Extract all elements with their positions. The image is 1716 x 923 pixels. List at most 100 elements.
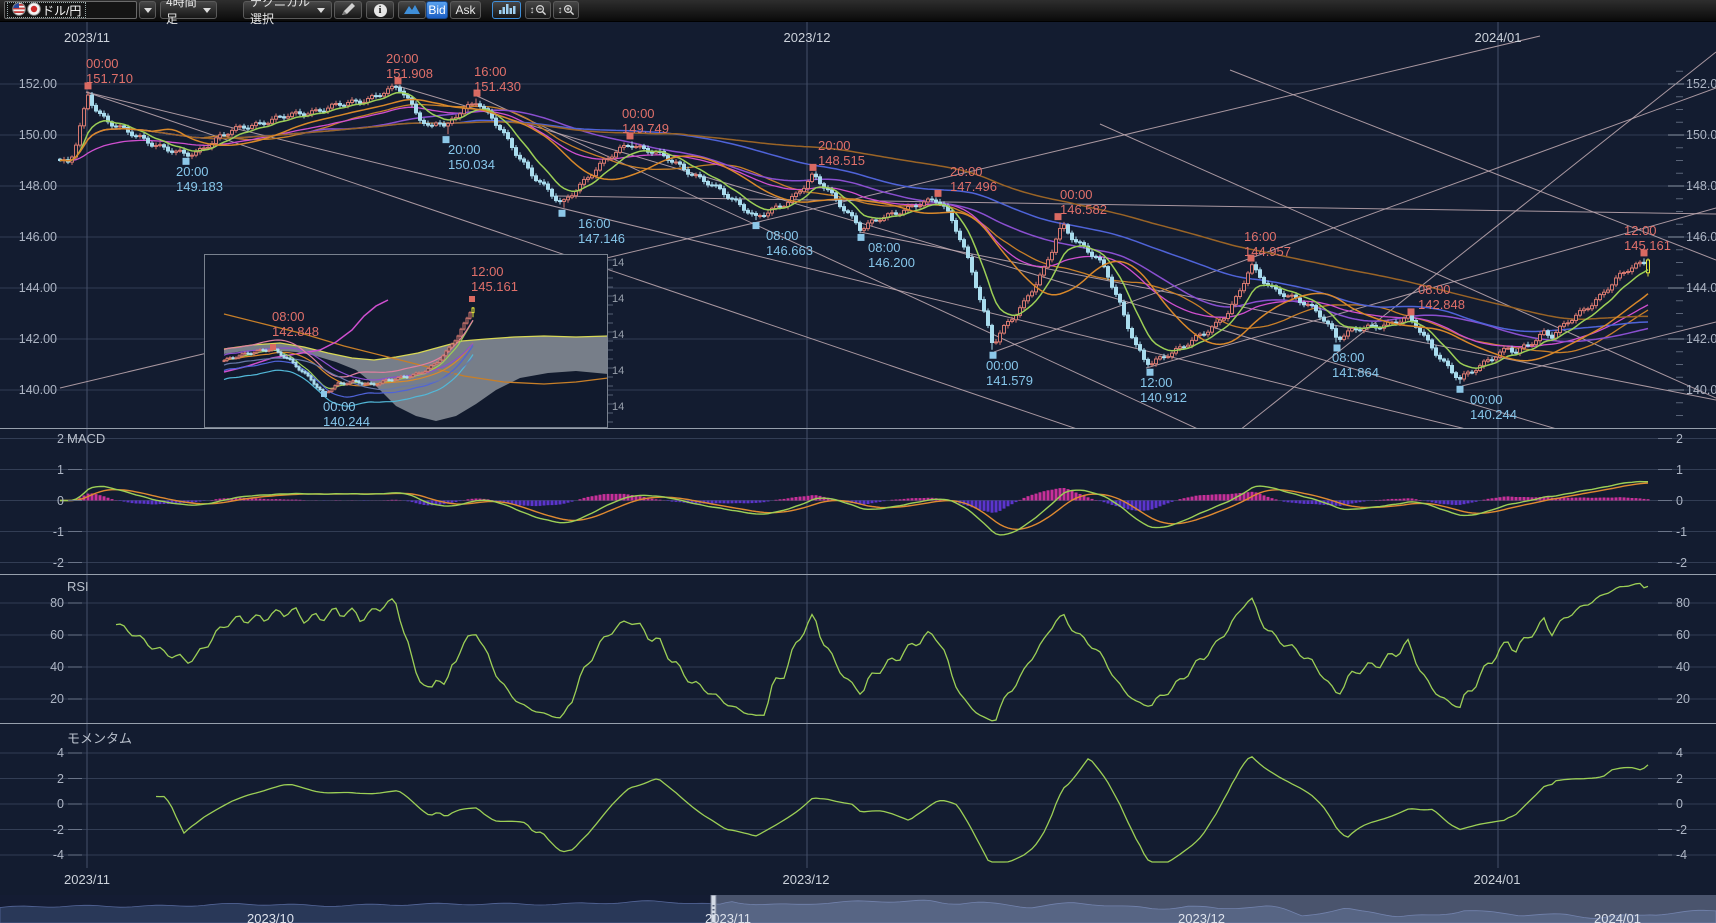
macd-tick-right: 0 xyxy=(1676,494,1706,508)
timeframe-select[interactable]: 4時間足 xyxy=(160,1,217,19)
macd-tick-right: -1 xyxy=(1676,525,1706,539)
price-axis-label-left: 148.00 xyxy=(5,179,57,193)
navigator-month-label: 2023/12 xyxy=(1178,911,1225,923)
momentum-tick-right: 2 xyxy=(1676,772,1706,786)
rsi-tick-left: 80 xyxy=(24,596,64,610)
macd-canvas[interactable] xyxy=(0,429,1716,574)
price-annotation: 20:00147.496 xyxy=(950,164,997,194)
price-annotation: 16:00144.957 xyxy=(1244,229,1291,259)
price-annotation: 16:00151.430 xyxy=(474,64,521,94)
navigator-month-label: 2024/01 xyxy=(1594,911,1641,923)
macd-tick-left: -2 xyxy=(24,556,64,570)
macd-tick-left: 2 xyxy=(24,432,64,446)
rsi-canvas[interactable] xyxy=(0,575,1716,723)
pair-dropdown-button[interactable] xyxy=(139,1,156,19)
macd-tick-right: 1 xyxy=(1676,463,1706,477)
inset-annotation: 12:00145.161 xyxy=(471,264,518,294)
month-label-bottom: 2024/01 xyxy=(1457,872,1537,887)
price-annotation: 00:00146.582 xyxy=(1060,187,1107,217)
macd-tick-left: 0 xyxy=(24,494,64,508)
zoom-in-button[interactable]: ↕ xyxy=(553,1,579,19)
price-annotation: 00:00141.579 xyxy=(986,358,1033,388)
svg-text:14: 14 xyxy=(612,365,624,377)
price-axis-label-left: 144.00 xyxy=(5,281,57,295)
momentum-tick-left: -2 xyxy=(24,823,64,837)
macd-tick-right: -2 xyxy=(1676,556,1706,570)
price-annotation: 20:00150.034 xyxy=(448,142,495,172)
inset-mini-chart[interactable]: 1414141414 xyxy=(204,254,626,428)
area-chart-button[interactable] xyxy=(398,1,426,19)
price-axis-label-right: 142.00 xyxy=(1686,332,1716,346)
info-icon: i xyxy=(374,4,387,17)
chevron-down-icon xyxy=(317,8,325,13)
rsi-tick-right: 20 xyxy=(1676,692,1706,706)
momentum-tick-left: 4 xyxy=(24,746,64,760)
momentum-tick-left: -4 xyxy=(24,848,64,862)
macd-tick-right: 2 xyxy=(1676,432,1706,446)
price-axis-label-left: 146.00 xyxy=(5,230,57,244)
price-axis-label-right: 148.00 xyxy=(1686,179,1716,193)
price-annotation: 08:00141.864 xyxy=(1332,350,1379,380)
rsi-tick-left: 60 xyxy=(24,628,64,642)
svg-text:14: 14 xyxy=(612,257,624,269)
chevron-down-icon xyxy=(144,8,152,13)
chevron-down-icon xyxy=(203,8,211,13)
ask-label: Ask xyxy=(455,3,475,17)
macd-tick-left: 1 xyxy=(24,463,64,477)
price-annotation: 20:00148.515 xyxy=(818,138,865,168)
price-annotation: 00:00140.244 xyxy=(1470,392,1517,422)
price-annotation: 20:00151.908 xyxy=(386,51,433,81)
momentum-tick-right: -2 xyxy=(1676,823,1706,837)
price-annotation: 08:00146.663 xyxy=(766,228,813,258)
price-annotation: 00:00151.710 xyxy=(86,56,133,86)
price-axis-label-right: 146.00 xyxy=(1686,230,1716,244)
bid-label: Bid xyxy=(428,3,445,17)
price-annotation: 00:00149.749 xyxy=(622,106,669,136)
price-annotation: 08:00146.200 xyxy=(868,240,915,270)
price-axis-label-left: 140.00 xyxy=(5,383,57,397)
price-axis-label-left: 150.00 xyxy=(5,128,57,142)
month-label-bottom: 2023/12 xyxy=(766,872,846,887)
momentum-tick-right: -4 xyxy=(1676,848,1706,862)
momentum-title: モメンタム xyxy=(67,731,207,746)
currency-pair-label: ドル/円 xyxy=(42,2,81,19)
draw-tool-button[interactable] xyxy=(334,1,362,19)
us-flag-icon xyxy=(12,2,26,19)
inset-annotation: 00:00140.244 xyxy=(323,399,370,429)
currency-pair-inner: ドル/円 xyxy=(8,3,85,17)
japan-flag-icon xyxy=(27,2,41,19)
momentum-canvas[interactable] xyxy=(0,724,1716,895)
price-axis-label-right: 152.00 xyxy=(1686,77,1716,91)
month-label-top: 2024/01 xyxy=(1458,30,1538,45)
inset-annotation: 08:00142.848 xyxy=(272,309,319,339)
info-button[interactable]: i xyxy=(366,1,394,19)
pencil-icon xyxy=(341,2,356,19)
momentum-tick-right: 4 xyxy=(1676,746,1706,760)
technical-select-label: テクニカル選択 xyxy=(250,0,313,27)
price-annotation: 08:00142.848 xyxy=(1418,282,1465,312)
price-annotation: 20:00149.183 xyxy=(176,164,223,194)
volume-bars-icon xyxy=(497,2,517,18)
toolbar: ドル/円 4時間足 テクニカル選択 i Bid xyxy=(0,0,1716,22)
currency-pair-select[interactable]: ドル/円 xyxy=(4,1,137,19)
price-annotation: 12:00145.161 xyxy=(1624,223,1671,253)
panel-divider xyxy=(0,723,1716,724)
timeframe-label: 4時間足 xyxy=(166,0,199,27)
momentum-tick-right: 0 xyxy=(1676,797,1706,811)
ask-button[interactable]: Ask xyxy=(450,1,481,19)
rsi-tick-left: 40 xyxy=(24,660,64,674)
price-axis-label-left: 152.00 xyxy=(5,77,57,91)
area-chart-icon xyxy=(403,3,421,18)
price-axis-label-right: 150.00 xyxy=(1686,128,1716,142)
technical-select-button[interactable]: テクニカル選択 xyxy=(243,1,332,19)
price-axis-label-right: 144.00 xyxy=(1686,281,1716,295)
timeline-navigator[interactable]: 2023/102023/112023/122024/01 xyxy=(0,895,1716,923)
bid-button[interactable]: Bid xyxy=(426,1,448,19)
macd-tick-left: -1 xyxy=(24,525,64,539)
volume-toggle-button[interactable] xyxy=(492,1,521,19)
navigator-month-label: 2023/10 xyxy=(247,911,294,923)
rsi-tick-left: 20 xyxy=(24,692,64,706)
rsi-title: RSI xyxy=(67,579,187,594)
zoom-out-button[interactable]: ↕ xyxy=(525,1,551,19)
month-label-top: 2023/11 xyxy=(47,30,127,45)
